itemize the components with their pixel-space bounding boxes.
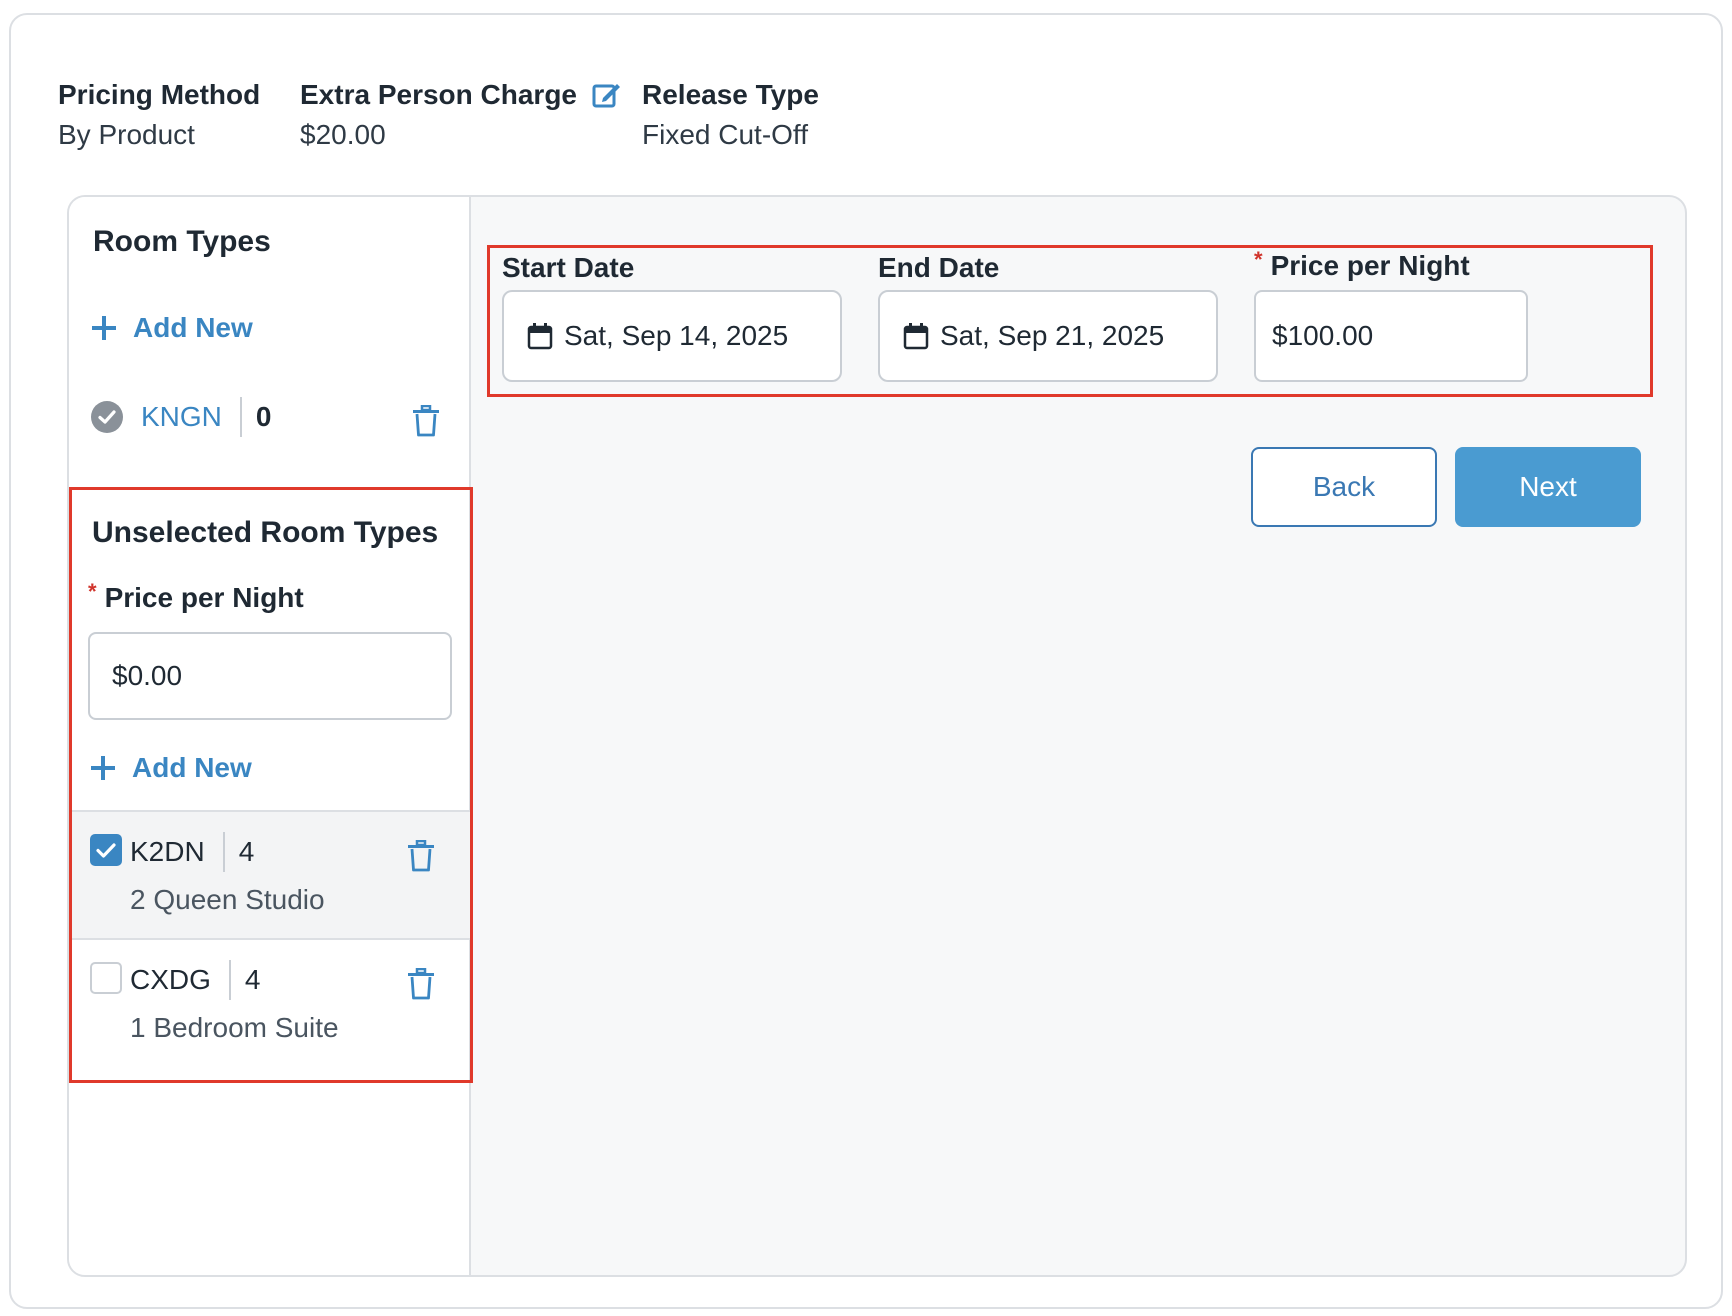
extra-person-value: $20.00 [300,119,386,150]
pricing-method-summary: Pricing Method By Product [58,77,260,153]
end-date-value: Sat, Sep 21, 2025 [940,320,1165,351]
selected-room-row: KNGN 0 [91,397,271,437]
room-count: 0 [255,401,272,432]
divider [239,397,242,437]
item-header: CXDG 4 [130,960,260,1000]
price-label-text: Price per Night [1270,250,1470,281]
add-new-label: Add New [132,752,252,783]
plus-icon [91,315,117,341]
calendar-icon [902,322,930,350]
pricing-card: Pricing Method By Product Extra Person C… [9,13,1723,1309]
room-code-link[interactable]: KNGN [141,401,222,433]
unselected-price-input[interactable]: $0.00 [88,632,452,720]
plus-icon [90,755,116,781]
checkbox-checked[interactable] [90,834,122,866]
unselected-room-types-section: Unselected Room Types * Price per Night … [69,487,473,1083]
room-count: 4 [244,964,261,995]
trash-icon[interactable] [406,840,436,872]
extra-person-summary: Extra Person Charge $20.00 [300,77,623,153]
next-button[interactable]: Next [1455,447,1641,527]
end-date-field: End Date [878,252,999,284]
price-label: * Price per Night [1254,247,1470,282]
room-code: CXDG [130,964,211,995]
list-item[interactable]: CXDG 4 1 Bedroom Suite [72,938,470,1080]
room-count: 4 [238,836,255,867]
room-code: K2DN [130,836,205,867]
end-date-label: End Date [878,252,1000,283]
extra-person-label: Extra Person Charge [300,79,577,110]
divider [222,832,225,872]
release-type-summary: Release Type Fixed Cut-Off [642,77,819,153]
check-circle-icon [91,401,123,433]
date-price-group: Start Date Sat, Sep 14, 2025 End Date Sa… [487,245,1653,397]
calendar-icon [526,322,554,350]
room-types-title: Room Types [93,225,271,258]
divider [228,960,231,1000]
start-date-field: Start Date [502,252,634,284]
unselected-price-label-text: Price per Night [104,582,304,613]
item-header: K2DN 4 [130,832,254,872]
checkbox-check-icon [96,843,116,858]
start-date-label: Start Date [502,252,635,283]
room-types-panel: Room Types Add New KNGN 0 Unselected Roo… [69,197,473,1275]
add-new-label: Add New [133,312,253,343]
room-types-add-new-button[interactable]: Add New [91,312,253,344]
end-date-input[interactable]: Sat, Sep 21, 2025 [878,290,1218,382]
required-marker: * [88,579,97,604]
unselected-title: Unselected Room Types [92,516,439,549]
list-item[interactable]: K2DN 4 2 Queen Studio [72,810,470,938]
release-type-label: Release Type [642,79,819,110]
back-button[interactable]: Back [1251,447,1437,527]
edit-icon[interactable] [591,79,623,111]
price-field: * Price per Night [1254,247,1470,282]
checkbox-unchecked[interactable] [90,962,122,994]
main-panel: Room Types Add New KNGN 0 Unselected Roo… [67,195,1687,1277]
room-description: 2 Queen Studio [130,884,325,915]
required-marker: * [1254,247,1263,272]
price-per-night-input[interactable]: $100.00 [1254,290,1528,382]
room-description: 1 Bedroom Suite [130,1012,339,1043]
extra-person-label-row: Extra Person Charge [300,77,623,113]
trash-icon[interactable] [406,968,436,1000]
start-date-value: Sat, Sep 14, 2025 [564,320,789,351]
unselected-add-new-button[interactable]: Add New [90,752,252,784]
pricing-method-label: Pricing Method [58,79,261,110]
start-date-input[interactable]: Sat, Sep 14, 2025 [502,290,842,382]
trash-icon[interactable] [411,405,441,437]
release-type-value: Fixed Cut-Off [642,119,808,150]
pricing-method-value: By Product [58,119,195,150]
unselected-price-label: * Price per Night [88,579,304,614]
